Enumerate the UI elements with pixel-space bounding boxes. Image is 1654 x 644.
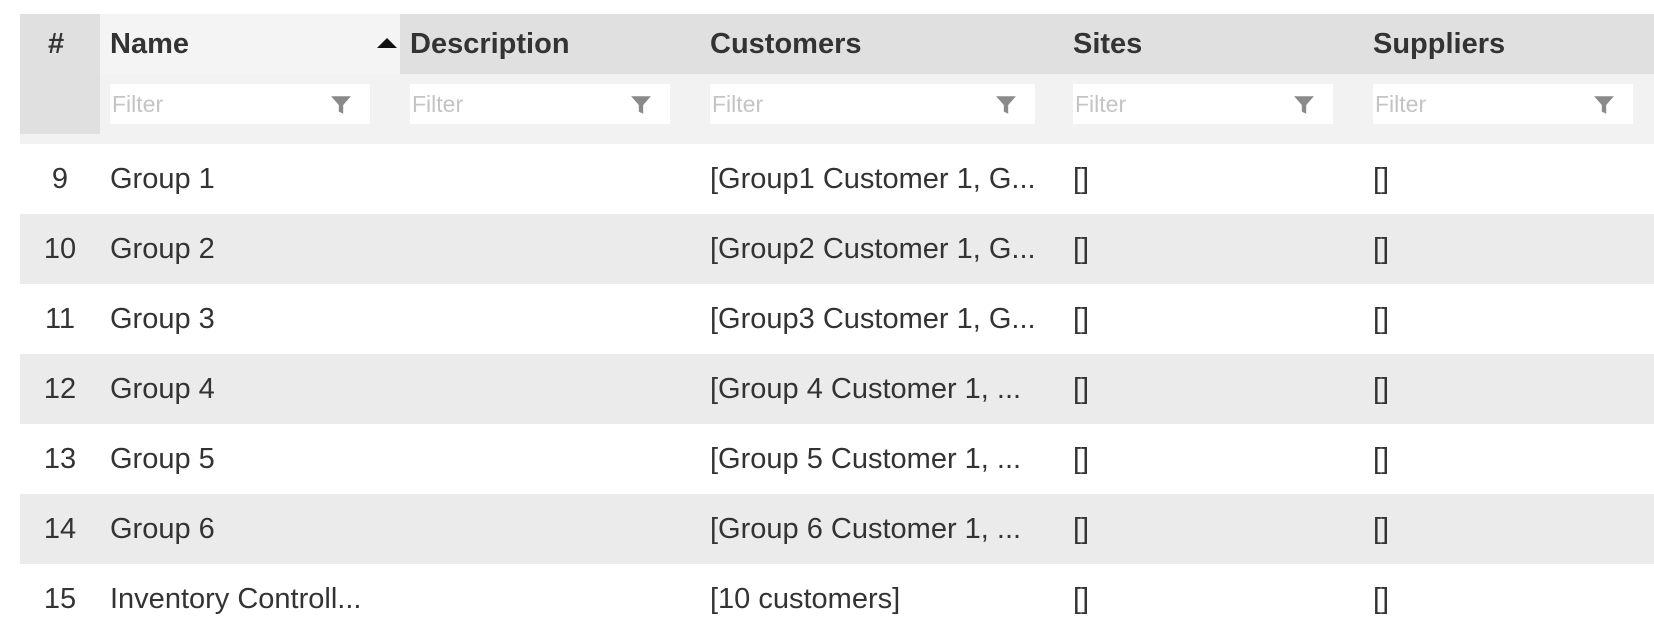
customers-cell[interactable]: [Group 5 Customer 1, ... bbox=[710, 424, 1055, 494]
sites-cell[interactable]: [] bbox=[1073, 284, 1333, 354]
name-cell[interactable]: Group 2 bbox=[110, 214, 400, 284]
funnel-filter-icon[interactable] bbox=[1593, 94, 1615, 116]
customers-cell[interactable]: [Group3 Customer 1, G... bbox=[710, 284, 1055, 354]
table-row[interactable]: 9 Group 1 [Group1 Customer 1, G... [] [] bbox=[20, 144, 1654, 214]
row-number: 9 bbox=[51, 163, 69, 195]
funnel-filter-icon[interactable] bbox=[995, 94, 1017, 116]
description-filter bbox=[410, 84, 670, 124]
customers-cell[interactable]: [Group 4 Customer 1, ... bbox=[710, 354, 1055, 424]
column-header-description[interactable]: Description bbox=[410, 28, 570, 61]
column-header-name[interactable]: Name bbox=[110, 28, 189, 61]
customers-cell[interactable]: [Group2 Customer 1, G... bbox=[710, 214, 1055, 284]
suppliers-cell[interactable]: [] bbox=[1373, 284, 1633, 354]
funnel-filter-icon[interactable] bbox=[330, 94, 352, 116]
column-header-sites[interactable]: Sites bbox=[1073, 28, 1142, 61]
sites-cell[interactable]: [] bbox=[1073, 354, 1333, 424]
table-row[interactable]: 11 Group 3 [Group3 Customer 1, G... [] [… bbox=[20, 284, 1654, 354]
table-row[interactable]: 12 Group 4 [Group 4 Customer 1, ... [] [… bbox=[20, 354, 1654, 424]
table-row[interactable]: 15 Inventory Controll... [10 customers] … bbox=[20, 564, 1654, 634]
description-cell[interactable] bbox=[410, 214, 680, 284]
description-cell[interactable] bbox=[410, 284, 680, 354]
suppliers-cell[interactable]: [] bbox=[1373, 424, 1633, 494]
row-number: 10 bbox=[43, 233, 77, 265]
description-cell[interactable] bbox=[410, 354, 680, 424]
sites-cell[interactable]: [] bbox=[1073, 494, 1333, 564]
name-cell[interactable]: Group 6 bbox=[110, 494, 400, 564]
suppliers-cell[interactable]: [] bbox=[1373, 494, 1633, 564]
sites-filter bbox=[1073, 84, 1333, 124]
name-cell[interactable]: Inventory Controll... bbox=[110, 564, 400, 634]
customers-cell[interactable]: [Group 6 Customer 1, ... bbox=[710, 494, 1055, 564]
suppliers-cell[interactable]: [] bbox=[1373, 564, 1633, 634]
funnel-filter-icon[interactable] bbox=[630, 94, 652, 116]
row-number: 11 bbox=[44, 303, 76, 335]
grid-header: # Name Description Customers Sites Suppl… bbox=[20, 14, 1654, 144]
sites-cell[interactable]: [] bbox=[1073, 564, 1333, 634]
column-header-suppliers[interactable]: Suppliers bbox=[1373, 28, 1505, 61]
customers-filter bbox=[710, 84, 1035, 124]
row-number: 12 bbox=[43, 373, 77, 405]
description-cell[interactable] bbox=[410, 494, 680, 564]
customers-cell[interactable]: [Group1 Customer 1, G... bbox=[710, 144, 1055, 214]
sort-ascending-icon[interactable] bbox=[377, 38, 397, 48]
table-row[interactable]: 10 Group 2 [Group2 Customer 1, G... [] [… bbox=[20, 214, 1654, 284]
customers-filter-input[interactable] bbox=[710, 84, 1035, 124]
table-row[interactable]: 13 Group 5 [Group 5 Customer 1, ... [] [… bbox=[20, 424, 1654, 494]
column-header-customers[interactable]: Customers bbox=[710, 28, 862, 61]
grid-body: 9 Group 1 [Group1 Customer 1, G... [] []… bbox=[20, 144, 1654, 634]
suppliers-filter bbox=[1373, 84, 1633, 124]
row-number: 13 bbox=[43, 443, 77, 475]
description-cell[interactable] bbox=[410, 564, 680, 634]
funnel-filter-icon[interactable] bbox=[1293, 94, 1315, 116]
sites-cell[interactable]: [] bbox=[1073, 424, 1333, 494]
name-cell[interactable]: Group 5 bbox=[110, 424, 400, 494]
table-row[interactable]: 14 Group 6 [Group 6 Customer 1, ... [] [… bbox=[20, 494, 1654, 564]
sites-cell[interactable]: [] bbox=[1073, 214, 1333, 284]
name-cell[interactable]: Group 4 bbox=[110, 354, 400, 424]
name-filter bbox=[110, 84, 370, 124]
customers-cell[interactable]: [10 customers] bbox=[710, 564, 1055, 634]
description-cell[interactable] bbox=[410, 144, 680, 214]
sites-cell[interactable]: [] bbox=[1073, 144, 1333, 214]
name-cell[interactable]: Group 1 bbox=[110, 144, 400, 214]
description-cell[interactable] bbox=[410, 424, 680, 494]
data-grid: # Name Description Customers Sites Suppl… bbox=[20, 14, 1654, 615]
suppliers-cell[interactable]: [] bbox=[1373, 354, 1633, 424]
suppliers-cell[interactable]: [] bbox=[1373, 214, 1633, 284]
column-header-number[interactable]: # bbox=[48, 28, 64, 61]
row-number: 15 bbox=[43, 583, 77, 615]
row-number: 14 bbox=[43, 513, 77, 545]
suppliers-cell[interactable]: [] bbox=[1373, 144, 1633, 214]
name-cell[interactable]: Group 3 bbox=[110, 284, 400, 354]
